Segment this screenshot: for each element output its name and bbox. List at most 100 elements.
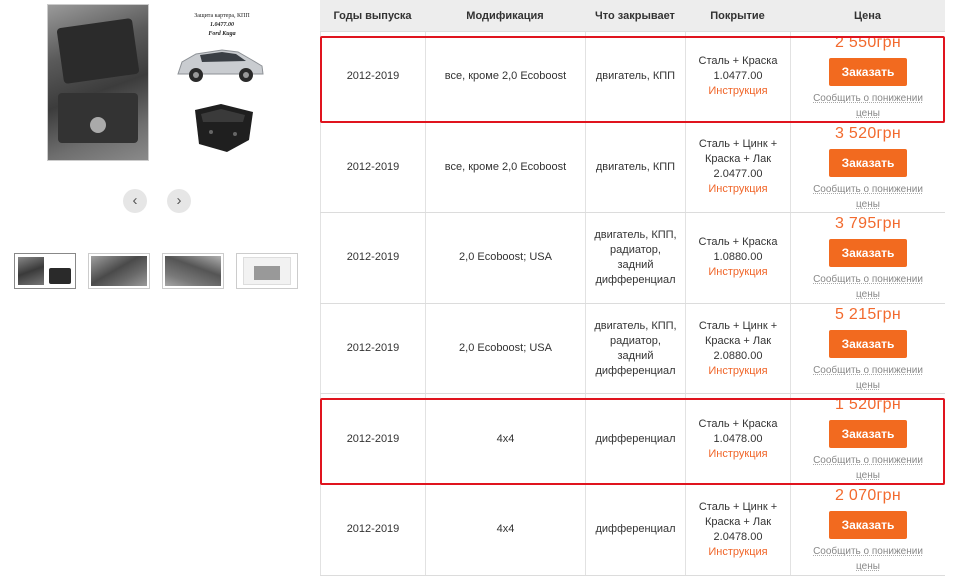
instruction-link[interactable]: Инструкция — [708, 182, 767, 197]
product-table: Годы выпуска Модификация Что закрывает П… — [320, 0, 945, 576]
cell-coating: Сталь + Краска 1.0477.00 Инструкция — [685, 32, 790, 122]
order-button[interactable]: Заказать — [829, 511, 907, 539]
instruction-link[interactable]: Инструкция — [708, 84, 767, 99]
cell-covers-text: двигатель, КПП, радиатор, задний диффере… — [594, 228, 677, 286]
thumbnail-4[interactable] — [236, 253, 298, 289]
coating-text: Сталь + Цинк + Краска + Лак — [698, 500, 778, 528]
header-coating: Покрытие — [710, 10, 765, 22]
table-row: 2012-2019 4x4 дифференциал Сталь + Краска 1.… — [320, 394, 945, 485]
product-gallery: Защита картера, КПП 1.0477.00 Ford Kuga … — [0, 0, 320, 565]
table-row: 2012-2019 4x4 дифференциал Сталь + Цинк + К… — [320, 485, 945, 576]
caption-code: 1.0477.00 — [210, 22, 234, 28]
cell-years: 2012-2019 — [320, 32, 425, 122]
cell-years-text: 2012-2019 — [346, 70, 400, 83]
chevron-right-icon[interactable]: › — [167, 189, 191, 213]
instruction-link[interactable]: Инструкция — [708, 447, 767, 462]
table-header: Годы выпуска Модификация Что закрывает П… — [320, 0, 945, 32]
caption-title: Защита картера, КПП — [194, 13, 250, 19]
cell-modification: 4x4 — [425, 394, 585, 484]
product-code: 2.0477.00 — [713, 168, 763, 181]
cell-price: 1 520грн Заказать Сообщить о понижении цен… — [790, 394, 945, 484]
order-button[interactable]: Заказать — [829, 329, 907, 358]
page-edge — [945, 0, 960, 565]
coating-text: Сталь + Краска — [698, 55, 778, 68]
table-row: 2012-2019 все, кроме 2,0 Ecoboost двигател… — [320, 32, 945, 123]
cell-modification: все, кроме 2,0 Ecoboost — [425, 122, 585, 213]
cell-covers-text: двигатель, КПП, радиатор, задний диффере… — [594, 319, 677, 377]
order-button[interactable]: Заказать — [829, 420, 907, 449]
cell-modification: 2,0 Ecoboost; USA — [425, 303, 585, 394]
cell-years-text: 2012-2019 — [346, 251, 400, 264]
instruction-link[interactable]: Инструкция — [708, 545, 767, 560]
cell-modification-text: 4x4 — [496, 523, 515, 536]
cell-years-text: 2012-2019 — [346, 432, 400, 445]
table-row: 2012-2019 2,0 Ecoboost; USA двигатель, КПП… — [320, 213, 945, 304]
coating-text: Сталь + Цинк + Краска + Лак — [698, 138, 778, 166]
underbody-photo — [47, 4, 149, 161]
thumbnail-3[interactable] — [162, 253, 224, 289]
price-value: 1 520грн — [834, 396, 901, 414]
cell-years: 2012-2019 — [320, 213, 425, 303]
cell-coating: Сталь + Цинк + Краска + Лак 2.0477.00 Инст… — [685, 122, 790, 213]
table-row: 2012-2019 все, кроме 2,0 Ecoboost двигател… — [320, 122, 945, 214]
cell-price: 2 070грн Заказать Сообщить о понижении цен… — [790, 485, 945, 575]
cell-years: 2012-2019 — [320, 122, 425, 213]
cell-covers-text: двигатель, КПП — [595, 70, 676, 83]
instruction-link[interactable]: Инструкция — [708, 364, 767, 379]
order-button[interactable]: Заказать — [829, 239, 907, 268]
cell-covers: двигатель, КПП, радиатор, задний диффере… — [585, 303, 685, 394]
caption-model: Ford Kuga — [208, 31, 236, 37]
cell-years-text: 2012-2019 — [346, 160, 400, 173]
price-drop-notify-link[interactable]: Сообщить о понижении цены — [803, 182, 933, 212]
price-drop-notify-link[interactable]: Сообщить о понижении цены — [803, 272, 933, 302]
price-value: 3 520грн — [834, 124, 901, 142]
cell-modification: все, кроме 2,0 Ecoboost — [425, 32, 585, 122]
price-value: 3 795грн — [834, 215, 901, 233]
image-caption: Защита картера, КПП 1.0477.00 Ford Kuga — [167, 12, 277, 39]
cell-covers: двигатель, КПП — [585, 32, 685, 122]
product-code: 1.0477.00 — [713, 70, 763, 83]
chevron-left-icon[interactable]: ‹ — [123, 189, 147, 213]
price-drop-notify-link[interactable]: Сообщить о понижении цены — [803, 91, 933, 121]
main-product-image[interactable]: Защита картера, КПП 1.0477.00 Ford Kuga — [47, 4, 277, 161]
header-years: Годы выпуска — [333, 10, 412, 22]
cell-coating: Сталь + Краска 1.0880.00 Инструкция — [685, 213, 790, 303]
price-drop-notify-link[interactable]: Сообщить о понижении цены — [803, 453, 933, 483]
order-button[interactable]: Заказать — [829, 148, 907, 177]
product-code: 1.0478.00 — [713, 432, 763, 445]
price-value: 2 550грн — [834, 34, 901, 51]
cell-covers-text: двигатель, КПП — [595, 160, 676, 173]
product-code: 2.0880.00 — [713, 349, 763, 362]
product-code: 2.0478.00 — [713, 530, 763, 543]
cell-modification-text: 4x4 — [496, 432, 515, 445]
cell-covers-text: дифференциал — [595, 432, 676, 445]
cell-price: 3 795грн Заказать Сообщить о понижении цен… — [790, 213, 945, 303]
thumbnail-1[interactable] — [14, 253, 76, 289]
price-drop-notify-link[interactable]: Сообщить о понижении цены — [803, 544, 933, 574]
cell-modification: 2,0 Ecoboost; USA — [425, 213, 585, 303]
cell-coating: Сталь + Цинк + Краска + Лак 2.0880.00 Инст… — [685, 303, 790, 394]
cell-covers: дифференциал — [585, 485, 685, 575]
coating-text: Сталь + Цинк + Краска + Лак — [698, 319, 778, 347]
cell-years: 2012-2019 — [320, 485, 425, 575]
coating-text: Сталь + Краска — [698, 236, 778, 249]
cell-coating: Сталь + Цинк + Краска + Лак 2.0478.00 Инст… — [685, 485, 790, 575]
cell-covers: двигатель, КПП — [585, 122, 685, 213]
car-image — [177, 49, 264, 82]
skid-plate-image — [195, 104, 253, 152]
cell-years-text: 2012-2019 — [346, 523, 400, 536]
coating-text: Сталь + Краска — [698, 417, 778, 430]
price-drop-notify-link[interactable]: Сообщить о понижении цены — [803, 363, 933, 393]
instruction-link[interactable]: Инструкция — [708, 265, 767, 280]
cell-price: 2 550грн Заказать Сообщить о понижении цен… — [790, 32, 945, 122]
cell-modification-text: 2,0 Ecoboost; USA — [459, 342, 552, 355]
order-button[interactable]: Заказать — [829, 58, 907, 86]
cell-coating: Сталь + Краска 1.0478.00 Инструкция — [685, 394, 790, 484]
product-code: 1.0880.00 — [713, 251, 763, 264]
cell-price: 3 520грн Заказать Сообщить о понижении цен… — [790, 122, 945, 213]
header-price: Цена — [853, 10, 882, 22]
cell-modification-text: все, кроме 2,0 Ecoboost — [444, 70, 567, 83]
table-row: 2012-2019 2,0 Ecoboost; USA двигатель, КПП… — [320, 303, 945, 395]
thumbnail-2[interactable] — [88, 253, 150, 289]
cell-years-text: 2012-2019 — [346, 342, 400, 355]
